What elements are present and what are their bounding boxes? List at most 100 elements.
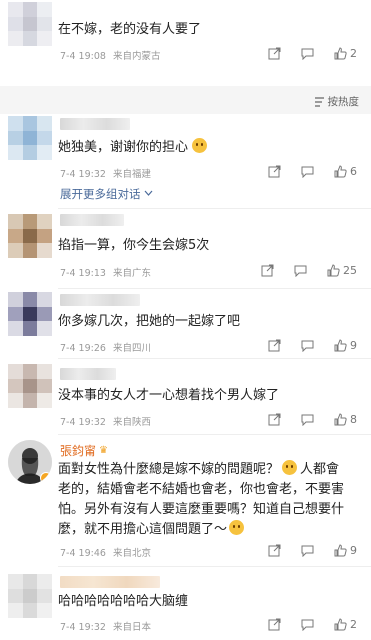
like-button[interactable]: 9: [334, 544, 357, 557]
share-icon: [268, 339, 281, 352]
like-count: 2: [350, 618, 357, 631]
share-button[interactable]: [268, 413, 281, 426]
comment-location: 来自日本: [112, 622, 151, 633]
like-button[interactable]: 25: [327, 264, 357, 277]
comment-meta: 7-4 19:08 来自内蒙古: [60, 48, 164, 62]
comment-actions: 6: [248, 165, 357, 178]
like-button[interactable]: 2: [334, 618, 357, 631]
avatar[interactable]: [8, 292, 52, 336]
reply-button[interactable]: [301, 413, 314, 426]
reply-button[interactable]: [294, 264, 307, 277]
avatar[interactable]: [8, 574, 52, 618]
comment-meta: 7-4 19:32 来自日本: [60, 619, 155, 633]
share-button[interactable]: [268, 618, 281, 631]
like-count: 9: [350, 544, 357, 557]
like-button[interactable]: 8: [334, 413, 357, 426]
reply-button[interactable]: [301, 618, 314, 631]
comment-icon: [301, 340, 314, 352]
avatar[interactable]: [8, 440, 52, 484]
comment-date: 7-4 19:32: [60, 169, 106, 180]
username-blurred: [60, 214, 124, 226]
thumbs-up-icon: [327, 264, 340, 277]
comment-meta: 7-4 19:32 来自陕西: [60, 414, 155, 428]
share-icon: [261, 264, 274, 277]
comment-meta: 7-4 19:13 来自广东: [60, 265, 155, 279]
comment-meta: 7-4 19:32 来自福建: [60, 166, 155, 180]
like-button[interactable]: 6: [334, 165, 357, 178]
like-count: 25: [343, 264, 357, 277]
avatar[interactable]: [8, 214, 52, 258]
comment-text: 掐指一算，你今生会嫁5次: [58, 238, 210, 253]
sort-button[interactable]: 按热度: [314, 94, 360, 109]
thumbs-up-icon: [334, 339, 347, 352]
reply-button[interactable]: [301, 544, 314, 557]
divider: [58, 566, 371, 567]
verified-badge-icon: [40, 472, 52, 484]
thumbs-up-icon: [334, 165, 347, 178]
comment-location: 来自四川: [112, 343, 151, 354]
like-button[interactable]: 9: [334, 339, 357, 352]
share-icon: [268, 47, 281, 60]
divider: [58, 288, 371, 289]
comment-icon: [294, 265, 307, 277]
comment-location: 来自福建: [112, 169, 151, 180]
reply-button[interactable]: [301, 47, 314, 60]
share-button[interactable]: [268, 47, 281, 60]
comment-icon: [301, 414, 314, 426]
comment-actions: 25: [241, 264, 357, 277]
share-icon: [268, 618, 281, 631]
reply-button[interactable]: [301, 339, 314, 352]
comment-text: 没本事的女人才一心想着找个男人嫁了: [58, 388, 280, 403]
username-blurred: [60, 118, 130, 130]
comment-date: 7-4 19:32: [60, 622, 106, 633]
comment-location: 来自北京: [112, 548, 151, 559]
avatar[interactable]: [8, 2, 52, 46]
avatar[interactable]: [8, 364, 52, 408]
sort-label: 按热度: [327, 96, 360, 108]
comment-text: 在不嫁，老的没有人要了: [58, 22, 202, 37]
comment-icon: [301, 545, 314, 557]
thumbs-up-icon: [334, 618, 347, 631]
expand-replies-link[interactable]: 展开更多组对话: [60, 186, 153, 202]
divider: [58, 358, 371, 359]
username-label: 張鈞甯: [60, 444, 97, 458]
like-button[interactable]: 2: [334, 47, 357, 60]
divider: [58, 434, 371, 435]
comment-location: 来自陕西: [112, 417, 151, 428]
comment-text: 她独美，谢谢你的担心: [58, 138, 359, 158]
comment-meta: 7-4 19:46 来自北京: [60, 545, 155, 559]
comment-icon: [301, 166, 314, 178]
username-blurred: [60, 576, 160, 588]
share-button[interactable]: [261, 264, 274, 277]
laughing-emoji-icon: [192, 138, 208, 153]
happy-emoji-icon: [229, 520, 245, 535]
comment-actions: 9: [248, 339, 357, 352]
comment-actions: 2: [248, 47, 357, 60]
comment-text: 哈哈哈哈哈哈哈大脑缠: [58, 594, 189, 609]
username[interactable]: 張鈞甯 ♛: [60, 442, 108, 459]
like-count: 6: [350, 165, 357, 178]
chevron-down-icon: [144, 190, 153, 196]
comment-location: 来自内蒙古: [112, 51, 161, 62]
sort-icon: [314, 96, 324, 107]
like-count: 9: [350, 339, 357, 352]
share-button[interactable]: [268, 339, 281, 352]
divider: [58, 208, 371, 209]
sort-bar: 按热度: [0, 86, 371, 114]
thumbs-up-icon: [334, 47, 347, 60]
crown-icon: ♛: [99, 445, 108, 456]
comment-date: 7-4 19:08: [60, 51, 106, 62]
share-button[interactable]: [268, 165, 281, 178]
comment-date: 7-4 19:13: [60, 268, 106, 279]
expand-label: 展开更多组对话: [60, 187, 141, 201]
avatar[interactable]: [8, 116, 52, 160]
comment-text: 你多嫁几次，把她的一起嫁了吧: [58, 314, 241, 329]
like-count: 2: [350, 47, 357, 60]
username-blurred: [60, 294, 140, 306]
comment-text-content: 她独美，谢谢你的担心: [58, 140, 189, 155]
share-button[interactable]: [268, 544, 281, 557]
comment-text: 面對女性為什麼總是嫁不嫁的問題呢？ 人都會老的，結婚會老不結婚也會老，你也會老，不…: [58, 460, 349, 540]
comment-icon: [301, 48, 314, 60]
comment-location: 来自广东: [112, 268, 151, 279]
reply-button[interactable]: [301, 165, 314, 178]
